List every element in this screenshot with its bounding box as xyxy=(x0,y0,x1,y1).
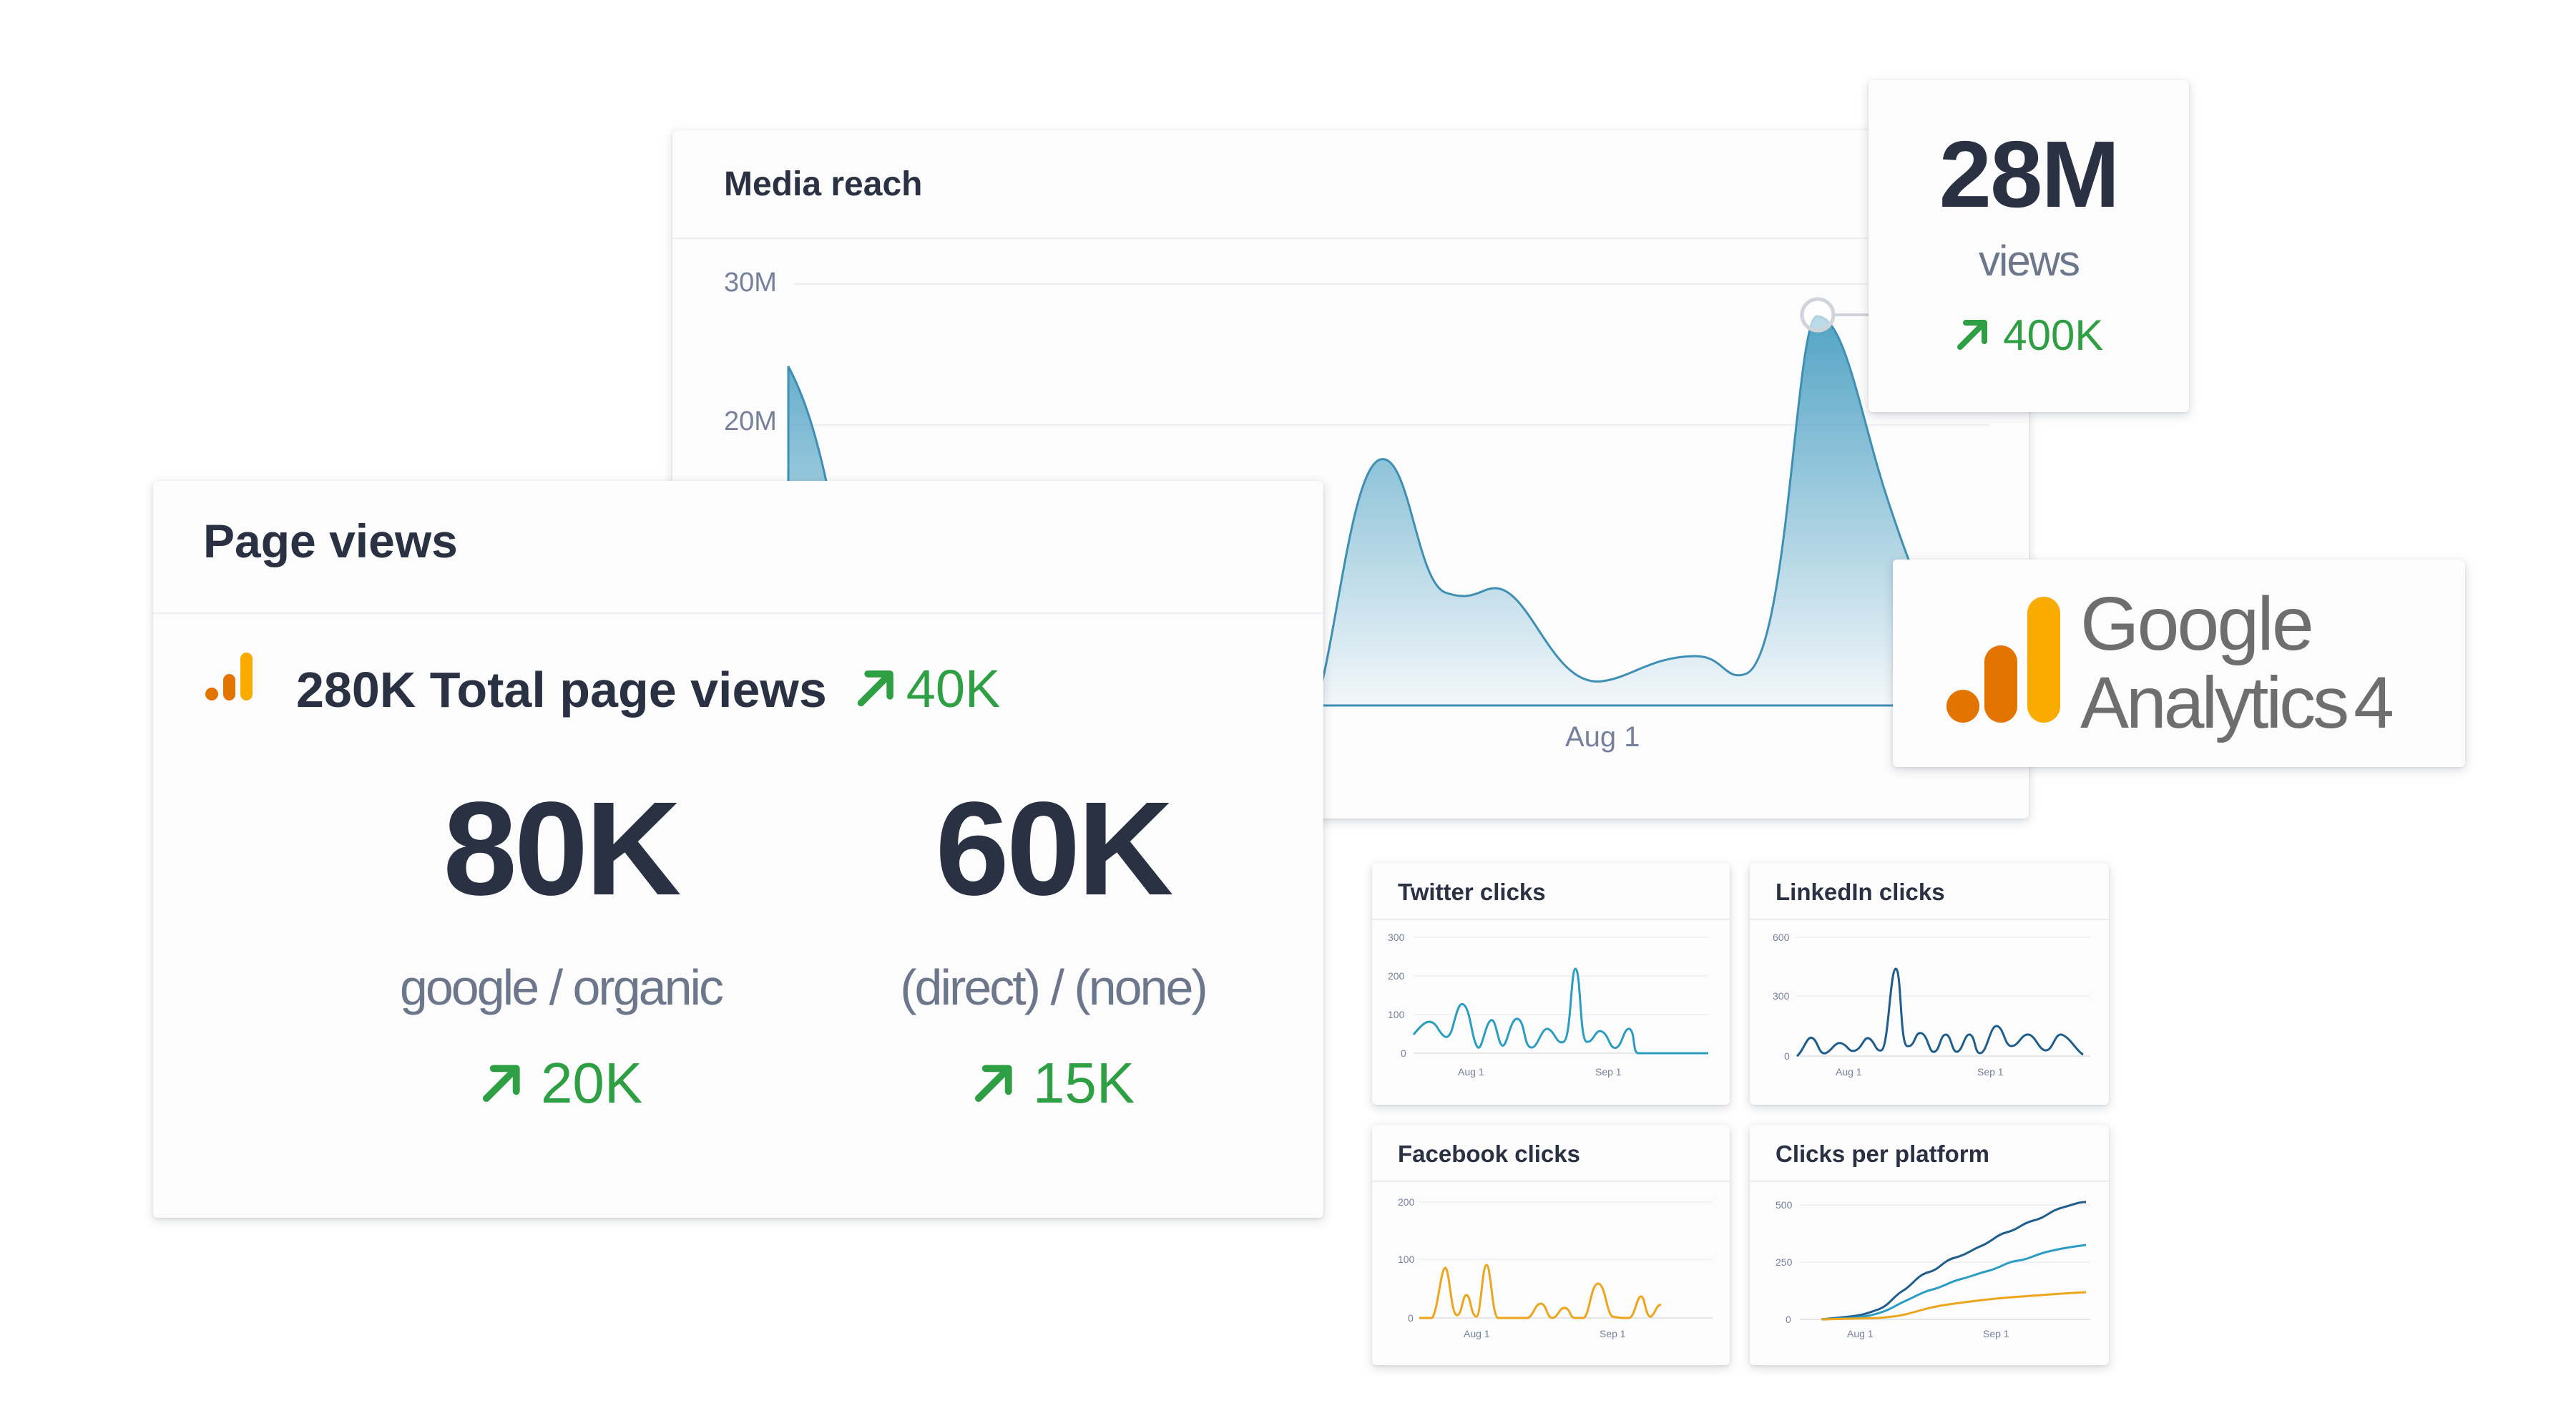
ga4-word-analytics: Analytics xyxy=(2080,662,2349,743)
platform-line-linkedin xyxy=(1821,1201,2087,1321)
page-views-divider xyxy=(153,612,1323,614)
linkedin-x-sep: Sep 1 xyxy=(1977,1066,2004,1078)
page-views-total-row: 280K Total page views 40K xyxy=(296,658,1000,719)
platform-line-twitter xyxy=(1821,1244,2087,1321)
analytics-bars-icon xyxy=(205,653,253,700)
media-reach-x-label: Aug 1 xyxy=(1565,721,1640,753)
metric-organic-value: 80K xyxy=(443,775,681,923)
twitter-clicks-chart xyxy=(1412,937,1708,1055)
arrow-up-right-icon xyxy=(974,1065,1012,1103)
clicks-per-platform-chart xyxy=(1800,1201,2090,1321)
page-views-card: Page views 280K Total page views 40K 80K… xyxy=(153,481,1323,1218)
media-reach-peak-marker xyxy=(1800,297,1836,333)
views-highlight-delta-row: 400K xyxy=(1869,311,2189,360)
page-views-total-label: 280K Total page views xyxy=(296,662,827,718)
twitter-clicks-line xyxy=(1412,967,1708,1055)
facebook-clicks-chart xyxy=(1419,1201,1713,1319)
views-highlight-value: 28M xyxy=(1939,122,2120,227)
metric-direct-delta: 15K xyxy=(1032,1051,1135,1115)
clicks-per-platform-card: Clicks per platform 500 250 0 Aug 1 Sep … xyxy=(1750,1125,2109,1365)
ga4-word-analytics-row: Analytics4 xyxy=(2080,661,2394,745)
ga4-logo-card: Google Analytics4 xyxy=(1893,560,2465,767)
arrow-up-right-icon xyxy=(858,670,894,707)
views-highlight-delta: 400K xyxy=(2003,311,2104,359)
twitter-x-aug: Aug 1 xyxy=(1458,1066,1484,1078)
ga4-version: 4 xyxy=(2354,662,2394,743)
twitter-x-sep: Sep 1 xyxy=(1595,1066,1622,1078)
ga4-word-google: Google xyxy=(2080,582,2314,666)
linkedin-clicks-card: LinkedIn clicks 600 300 0 Aug 1 Sep 1 xyxy=(1750,863,2109,1105)
metric-direct-delta-row: 15K xyxy=(838,1050,1268,1116)
linkedin-x-aug: Aug 1 xyxy=(1836,1066,1862,1078)
platform-x-sep: Sep 1 xyxy=(1983,1328,2009,1339)
page-views-title: Page views xyxy=(203,514,458,567)
facebook-clicks-line xyxy=(1419,1264,1662,1319)
facebook-x-sep: Sep 1 xyxy=(1600,1328,1626,1339)
platform-x-aug: Aug 1 xyxy=(1847,1328,1874,1339)
metric-organic-delta: 20K xyxy=(540,1051,643,1115)
page-views-total-delta: 40K xyxy=(906,659,1001,718)
metric-direct-value: 60K xyxy=(935,775,1173,923)
facebook-clicks-card: Facebook clicks 200 100 0 Aug 1 Sep 1 xyxy=(1372,1125,1730,1365)
twitter-clicks-card: Twitter clicks 300 200 100 0 Aug 1 Sep 1 xyxy=(1372,863,1730,1105)
metric-organic-delta-row: 20K xyxy=(346,1050,775,1116)
linkedin-clicks-line xyxy=(1796,967,2084,1058)
views-highlight-unit: views xyxy=(1978,237,2080,285)
metric-direct-label: (direct) / (none) xyxy=(900,959,1208,1015)
facebook-x-aug: Aug 1 xyxy=(1464,1328,1490,1339)
metric-organic-label: google / organic xyxy=(399,959,724,1015)
arrow-up-right-icon xyxy=(482,1065,520,1103)
linkedin-clicks-chart xyxy=(1796,937,2090,1058)
arrow-up-right-icon xyxy=(1957,320,1987,350)
views-highlight-card: 28M views 400K xyxy=(1869,80,2189,412)
